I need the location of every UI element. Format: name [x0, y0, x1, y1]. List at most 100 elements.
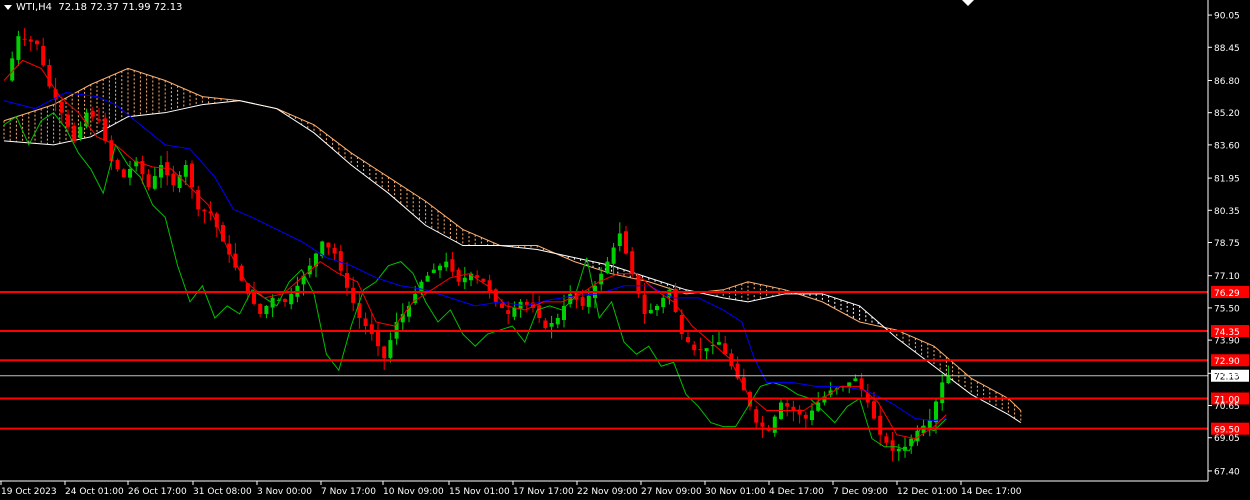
candle-body — [72, 125, 77, 141]
candle-body — [810, 410, 814, 421]
candle — [462, 266, 467, 290]
price-tick-label: 72.25 — [1214, 370, 1240, 380]
candle-body — [661, 297, 666, 308]
candle-body — [16, 36, 21, 60]
candle — [698, 337, 703, 360]
candle-body — [686, 337, 690, 343]
candle — [338, 244, 343, 276]
candle — [549, 315, 554, 339]
candle-body — [121, 169, 126, 178]
time-tick-label: 15 Nov 01:00 — [449, 487, 510, 497]
candle — [444, 252, 449, 271]
candle — [97, 108, 101, 124]
candle — [772, 414, 777, 437]
candle-body — [717, 342, 721, 345]
candle — [388, 332, 393, 363]
level-price-label: 76.29 — [1214, 289, 1240, 299]
candle-body — [444, 261, 449, 268]
candle — [128, 160, 132, 186]
candle — [47, 59, 52, 89]
candle-body — [22, 38, 27, 40]
candle-body — [524, 301, 529, 305]
candle — [946, 365, 951, 385]
candle-body — [872, 401, 876, 419]
candle-body — [580, 297, 585, 306]
candle — [562, 294, 566, 328]
candle-body — [183, 165, 188, 177]
time-tick-label: 22 Nov 09:00 — [577, 487, 638, 497]
candle — [617, 222, 622, 252]
candle-body — [382, 346, 387, 359]
candle-body — [760, 422, 765, 427]
candle-body — [512, 307, 517, 317]
senkou-span-a-line — [3, 67, 1022, 411]
candle-body — [115, 160, 120, 170]
candle — [233, 243, 238, 271]
candle — [927, 408, 932, 437]
candle — [258, 303, 263, 318]
shift-marker-icon[interactable] — [962, 0, 974, 6]
candle-body — [555, 317, 560, 325]
candle-body — [611, 247, 616, 264]
candle — [351, 276, 356, 312]
candle — [115, 158, 120, 172]
candle — [252, 281, 256, 306]
time-tick-label: 4 Dec 17:00 — [769, 487, 824, 497]
candle-body — [264, 305, 269, 315]
candle — [53, 77, 58, 112]
candle — [636, 274, 641, 299]
candle-body — [338, 251, 343, 271]
candle — [624, 225, 628, 255]
candle — [270, 294, 275, 318]
candle-body — [896, 448, 901, 452]
price-tick-label: 83.60 — [1214, 141, 1240, 151]
price-tick-label: 75.50 — [1214, 304, 1240, 314]
candle-body — [66, 114, 70, 127]
candle — [940, 373, 945, 411]
candle — [655, 304, 659, 316]
candle-body — [345, 272, 349, 288]
price-tick-label: 86.80 — [1214, 77, 1240, 87]
ohlc-readout: 72.18 72.37 71.99 72.13 — [58, 2, 183, 13]
candle — [828, 382, 833, 398]
candle-body — [332, 247, 337, 254]
price-tick-label: 90.05 — [1214, 12, 1240, 22]
dropdown-triangle-icon[interactable] — [4, 4, 12, 10]
candle — [884, 432, 889, 448]
time-tick-label: 10 Nov 09:00 — [383, 487, 444, 497]
candle-body — [252, 291, 256, 304]
candle — [345, 262, 349, 296]
candle — [431, 263, 436, 274]
candle-body — [351, 287, 356, 303]
candle-body — [754, 409, 759, 423]
candle — [202, 208, 207, 224]
time-tick-label: 26 Oct 17:00 — [128, 487, 187, 497]
time-tick-label: 31 Oct 08:00 — [193, 487, 252, 497]
candle-body — [363, 318, 368, 327]
time-tick-label: 24 Oct 01:00 — [65, 487, 124, 497]
candle — [382, 345, 387, 370]
candle — [332, 243, 337, 261]
candle-body — [450, 259, 455, 272]
candle — [493, 288, 498, 307]
candle — [376, 323, 380, 357]
price-tick-label: 85.20 — [1214, 109, 1240, 119]
candle-body — [624, 231, 628, 254]
candle-body — [376, 331, 380, 347]
candle — [692, 340, 697, 356]
level-price-label: 72.90 — [1214, 357, 1240, 367]
candle-body — [785, 403, 790, 407]
candle — [140, 155, 145, 185]
candle — [555, 313, 560, 329]
candle-body — [462, 277, 467, 283]
price-tick-label: 69.05 — [1214, 434, 1240, 444]
price-tick-label: 73.90 — [1214, 337, 1240, 347]
candle — [475, 270, 480, 284]
candle-body — [196, 190, 201, 210]
time-tick-label: 3 Nov 00:00 — [257, 487, 312, 497]
candle-body — [326, 242, 331, 248]
candle-body — [128, 169, 132, 178]
price-chart[interactable]: 76.2974.3572.9071.0069.5072.1390.0588.45… — [0, 0, 1250, 500]
candle — [642, 282, 647, 324]
candle-body — [946, 375, 951, 384]
